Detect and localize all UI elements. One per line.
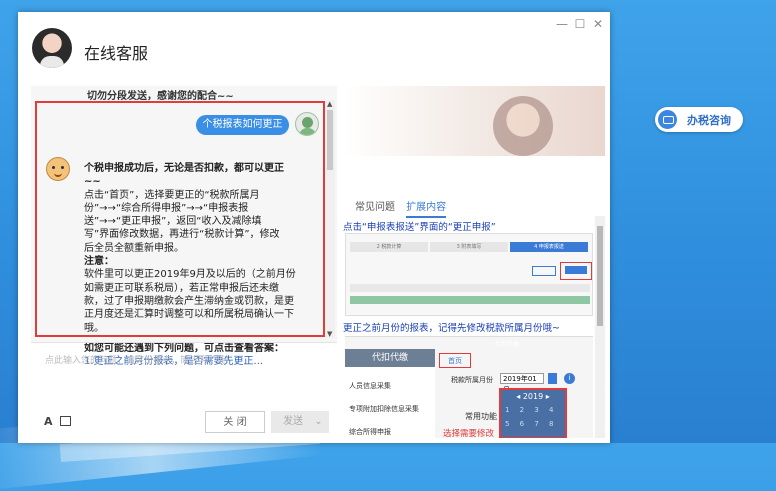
screenshot-report-submit: 2 税款计算 3 附表填写 4 申报表报送: [345, 233, 593, 316]
answer-line: 份”→→“综合所得申报”→→“申报表报: [84, 202, 249, 214]
input-divider: [31, 342, 337, 343]
mini-table-row: [350, 296, 590, 304]
red-hint: 选择需要修改: [443, 429, 495, 438]
answer-line: 个税申报成功后，无论是否扣款，都可以更正~~: [84, 163, 284, 188]
bot-answer: 个税申报成功后，无论是否扣款，都可以更正~~ 点击“首页”，选择要更正的“税款所…: [84, 162, 296, 368]
send-button[interactable]: 发送 ⌄: [271, 411, 329, 433]
answer-line: 注意：: [84, 256, 114, 268]
user-message-bubble: 个税报表如何更正: [196, 115, 289, 135]
user-avatar: [295, 112, 319, 136]
step-item: 3 附表填写: [430, 242, 508, 252]
pane-scrollbar[interactable]: [595, 216, 605, 438]
faded-label: 代扣代缴: [495, 341, 520, 348]
minimize-icon[interactable]: —: [554, 16, 570, 32]
font-icon[interactable]: A: [44, 415, 53, 428]
calendar-row: 1 2 3 4: [505, 406, 558, 414]
answer-line: 款，过了申报期缴款会产生滞纳金或罚款，是更: [84, 295, 294, 307]
title-bar: 在线客服 — ☐ ✕: [18, 12, 610, 86]
mini-sidebar-item: 综合所得申报: [349, 428, 391, 436]
close-button[interactable]: 关 闭: [205, 411, 265, 433]
calendar-row: 5 6 7 8: [505, 420, 558, 428]
period-label: 税款所属月份: [451, 376, 493, 384]
step2-caption: 更正之前月份的报表，记得先修改税款所属月份哦~: [343, 323, 560, 334]
close-icon[interactable]: ✕: [590, 16, 606, 32]
tax-consult-label: 办税咨询: [687, 114, 731, 127]
notice-banner: 切勿分段发送，感谢您的配合~~: [87, 91, 234, 102]
mini-table-header: [350, 284, 590, 292]
bot-avatar: [46, 157, 70, 181]
tab-bar: 常见问题 扩展内容: [355, 198, 454, 218]
scroll-thumb[interactable]: [597, 226, 603, 326]
mini-home-tab: 首页: [439, 353, 471, 368]
tax-consult-button[interactable]: 办税咨询: [655, 107, 743, 132]
answer-line: 正月度还是汇算时调整可以和所属税局确认一下: [84, 309, 294, 321]
agent-avatar: [32, 28, 72, 68]
maximize-icon[interactable]: ☐: [572, 16, 588, 32]
message-input[interactable]: 点此输入您的问题，请突出重点，简洁明了哦！: [45, 353, 234, 366]
window-title: 在线客服: [84, 44, 149, 63]
scroll-down-icon[interactable]: ▼: [327, 330, 332, 338]
hero-image: [343, 86, 605, 156]
step-item: 2 税款计算: [350, 242, 428, 252]
online-service-window: 在线客服 — ☐ ✕ 切勿分段发送，感谢您的配合~~ ▲ ▼ 个税报表如何更正 …: [18, 12, 610, 443]
knowledge-pane: 常见问题 扩展内容 点击“申报表报送”界面的“更正申报” 2 税款计算 3 附表…: [343, 86, 605, 438]
tab-extended[interactable]: 扩展内容: [406, 202, 447, 218]
mini-sidebar-item: 专项附加扣除信息采集: [349, 405, 419, 413]
scroll-up-icon[interactable]: ▲: [327, 100, 332, 108]
answer-line: 送”→→“更正申报”，返回“收入及减除填: [84, 216, 262, 228]
calendar-year: ◂ 2019 ▸: [516, 392, 550, 401]
answer-line: 写”界面修改数据，再进行“税款计算”，修改: [84, 229, 280, 241]
step1-caption: 点击“申报表报送”界面的“更正申报”: [343, 222, 496, 233]
answer-line: 如需更正可联系税局），若正常申报后还未缴: [84, 282, 279, 294]
chat-scrollbar[interactable]: ▲ ▼: [325, 100, 335, 338]
info-icon: i: [564, 373, 575, 384]
tab-faq[interactable]: 常见问题: [355, 202, 395, 213]
chat-icon: [658, 110, 677, 129]
answer-line: 点击“首页”，选择要更正的“税款所属月: [84, 189, 260, 201]
file-icon[interactable]: [60, 416, 71, 426]
mini-sidebar-header: 代扣代缴: [345, 349, 435, 367]
select-arrow: [548, 373, 557, 384]
answer-line: 软件里可以更正2019年9月及以后的（之前月份: [84, 269, 296, 281]
screenshot-period-select: 代扣代缴 代扣代缴 人员信息采集 专项附加扣除信息采集 综合所得申报 首页 税款…: [345, 336, 593, 438]
calendar-popup: ◂ 2019 ▸ 1 2 3 4 5 6 7 8: [499, 388, 567, 438]
highlight-frame: [560, 262, 592, 280]
common-function-label: 常用功能: [465, 412, 497, 421]
mini-button: [532, 266, 556, 276]
period-select: 2019年01月: [500, 373, 544, 394]
chevron-down-icon[interactable]: ⌄: [314, 416, 322, 427]
answer-line: 后全员全额重新申报。: [84, 242, 184, 254]
scroll-thumb[interactable]: [327, 110, 333, 170]
answer-line: 哦。: [84, 322, 104, 334]
mini-sidebar-item: 人员信息采集: [349, 382, 391, 390]
step-item: 4 申报表报送: [510, 242, 588, 252]
step-indicator: 2 税款计算 3 附表填写 4 申报表报送: [350, 242, 588, 252]
send-label: 发送: [283, 416, 303, 427]
